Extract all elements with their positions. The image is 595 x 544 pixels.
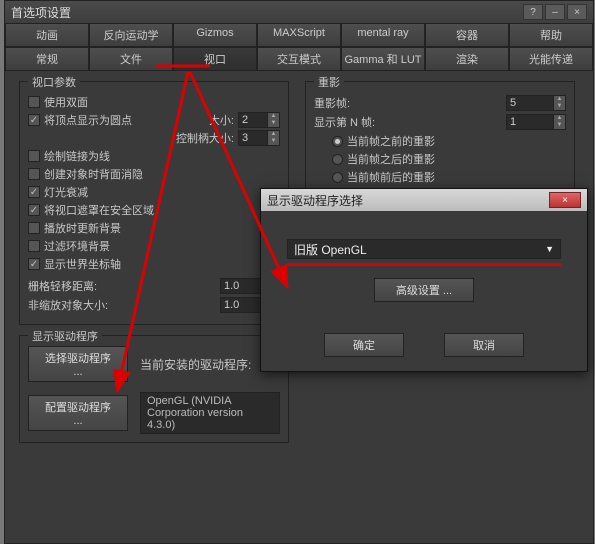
driver-select[interactable]: 旧版 OpenGL ▼	[287, 239, 561, 259]
dialog-close-button[interactable]: ×	[549, 192, 581, 208]
group-title: 视口参数	[28, 74, 80, 90]
driver-select-dialog: 显示驱动程序选择 × 旧版 OpenGL ▼ 高级设置 ... 确定 取消	[260, 188, 588, 372]
tab-animation[interactable]: 动画	[5, 23, 89, 47]
label: 创建对象时背面消隐	[44, 166, 143, 182]
tab-viewports[interactable]: 视口	[173, 47, 257, 71]
ok-button[interactable]: 确定	[324, 333, 404, 357]
chk-vertex-dot[interactable]	[28, 114, 40, 126]
viewport-params-group: 视口参数 使用双面 将顶点显示为圆点 大小: 2 ▲▼ 控制柄大小: 3 ▲▼ …	[19, 81, 289, 325]
display-driver-group: 显示驱动程序 选择驱动程序 ... 当前安装的驱动程序: 配置驱动程序 ... …	[19, 335, 289, 443]
tabs-row-2: 常规 文件 视口 交互模式 Gamma 和 LUT 渲染 光能传递	[5, 47, 593, 71]
close-button[interactable]: ×	[567, 4, 587, 20]
dialog-titlebar[interactable]: 显示驱动程序选择 ×	[261, 189, 587, 211]
size-spinner[interactable]: 2	[238, 112, 268, 128]
choose-driver-button[interactable]: 选择驱动程序 ...	[28, 346, 128, 382]
label: 当前帧前后的重影	[347, 169, 435, 185]
group-title: 显示驱动程序	[28, 328, 102, 344]
label: 过滤环境背景	[44, 238, 110, 254]
tab-files[interactable]: 文件	[89, 47, 173, 71]
cancel-button[interactable]: 取消	[444, 333, 524, 357]
chk-filter-env[interactable]	[28, 240, 40, 252]
spinner-arrows[interactable]: ▲▼	[268, 130, 280, 146]
advanced-settings-button[interactable]: 高级设置 ...	[374, 278, 474, 302]
current-driver-label: 当前安装的驱动程序:	[140, 356, 251, 373]
chk-light-atten[interactable]	[28, 186, 40, 198]
ghost-frames-label: 重影帧:	[314, 95, 350, 111]
tab-help[interactable]: 帮助	[509, 23, 593, 47]
radio-ghost-both[interactable]	[332, 172, 343, 183]
tab-mentalray[interactable]: mental ray	[341, 23, 425, 47]
help-button[interactable]: ?	[523, 4, 543, 20]
label: 显示世界坐标轴	[44, 256, 121, 272]
tab-interaction[interactable]: 交互模式	[257, 47, 341, 71]
nonscale-label: 非缩放对象大小:	[28, 297, 108, 313]
dialog-title: 显示驱动程序选择	[267, 192, 547, 209]
ghost-nth[interactable]: 1	[506, 114, 554, 130]
grid-dist-label: 栅格轻移距离:	[28, 278, 97, 294]
label: 当前帧之后的重影	[347, 151, 435, 167]
annotation-underline	[287, 263, 561, 266]
ghosting-group: 重影 重影帧:5▲▼ 显示第 N 帧:1▲▼ 当前帧之前的重影 当前帧之后的重影…	[305, 81, 575, 201]
main-titlebar[interactable]: 首选项设置 ? – ×	[5, 1, 593, 23]
window-title: 首选项设置	[11, 4, 521, 21]
radio-ghost-after[interactable]	[332, 154, 343, 165]
tab-gizmos[interactable]: Gizmos	[173, 23, 257, 47]
tab-radiosity[interactable]: 光能传递	[509, 47, 593, 71]
ghost-nth-label: 显示第 N 帧:	[314, 114, 375, 130]
size-label: 大小:	[209, 112, 234, 128]
label: 将视口遮罩在安全区域	[44, 202, 154, 218]
chk-update-bg[interactable]	[28, 222, 40, 234]
tab-ik[interactable]: 反向运动学	[89, 23, 173, 47]
spinner-arrows[interactable]: ▲▼	[268, 112, 280, 128]
handle-size-spinner[interactable]: 3	[238, 130, 268, 146]
minimize-button[interactable]: –	[545, 4, 565, 20]
label: 将顶点显示为圆点	[44, 112, 132, 128]
tabs-row-1: 动画 反向运动学 Gizmos MAXScript mental ray 容器 …	[5, 23, 593, 47]
handle-size-label: 控制柄大小:	[176, 130, 234, 146]
label: 使用双面	[44, 94, 88, 110]
group-title: 重影	[314, 74, 344, 90]
chk-draw-links[interactable]	[28, 150, 40, 162]
radio-ghost-before[interactable]	[332, 136, 343, 147]
driver-select-value: 旧版 OpenGL	[294, 241, 367, 258]
tab-containers[interactable]: 容器	[425, 23, 509, 47]
chk-dual-plane[interactable]	[28, 96, 40, 108]
tab-render[interactable]: 渲染	[425, 47, 509, 71]
chevron-down-icon: ▼	[545, 244, 554, 254]
tab-gamma[interactable]: Gamma 和 LUT	[341, 47, 425, 71]
tab-maxscript[interactable]: MAXScript	[257, 23, 341, 47]
configure-driver-button[interactable]: 配置驱动程序 ...	[28, 395, 128, 431]
chk-backface[interactable]	[28, 168, 40, 180]
chk-world-axis[interactable]	[28, 258, 40, 270]
ghost-frames[interactable]: 5	[506, 95, 554, 111]
tab-general[interactable]: 常规	[5, 47, 89, 71]
spinner-arrows[interactable]: ▲▼	[554, 114, 566, 130]
chk-safe-mask[interactable]	[28, 204, 40, 216]
label: 播放时更新背景	[44, 220, 121, 236]
current-driver-value: OpenGL (NVIDIA Corporation version 4.3.0…	[140, 392, 280, 434]
spinner-arrows[interactable]: ▲▼	[554, 95, 566, 111]
label: 灯光衰减	[44, 184, 88, 200]
label: 当前帧之前的重影	[347, 133, 435, 149]
label: 绘制链接为线	[44, 148, 110, 164]
